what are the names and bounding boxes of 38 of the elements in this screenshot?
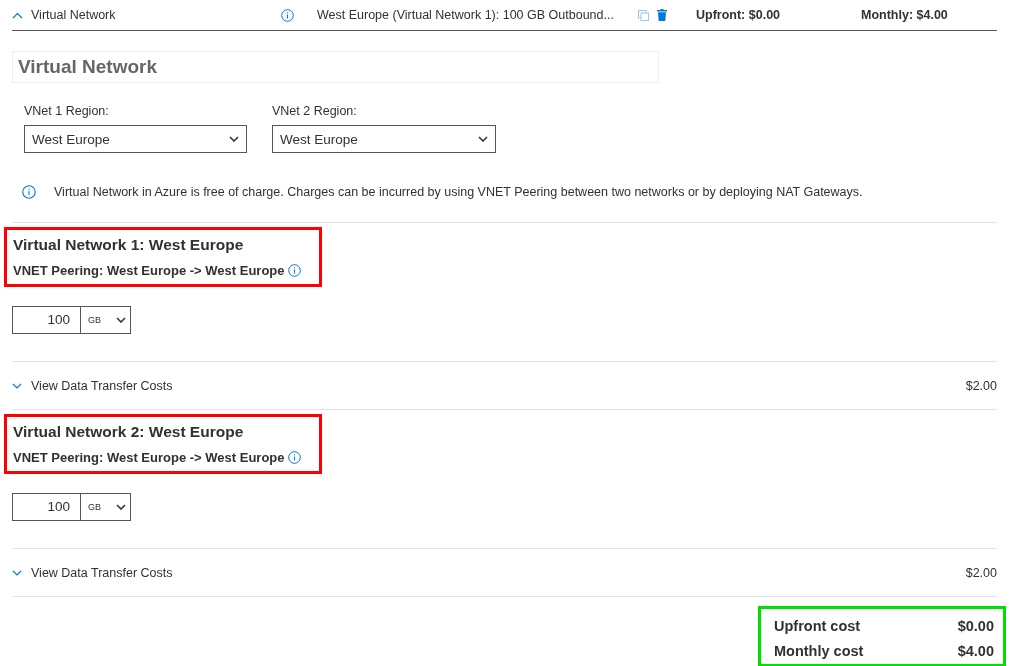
network-title: Virtual Network 1: West Europe bbox=[13, 236, 245, 255]
cost-value: $2.00 bbox=[965, 378, 997, 393]
total-label: Upfront cost bbox=[774, 617, 861, 634]
network-title: Virtual Network 2: West Europe bbox=[13, 423, 245, 442]
amount-field[interactable]: 100 bbox=[12, 493, 81, 521]
field-label: VNet 1 Region: bbox=[24, 104, 110, 118]
chevron-icon[interactable] bbox=[12, 569, 22, 576]
unit-dropdown[interactable]: GB bbox=[81, 493, 131, 521]
info-icon[interactable] bbox=[287, 450, 301, 464]
summary-text: West Europe (Virtual Network 1): 100 GB Outbound... bbox=[317, 8, 615, 22]
info-text: Virtual Network in Azure is free of charge. Charges can be incurred by using VNET Peering between two networks or by deploying NAT Gateways. bbox=[54, 185, 863, 199]
peering-text: VNET Peering: West Europe -> West Europe bbox=[13, 449, 285, 465]
caret-icon bbox=[229, 136, 239, 142]
unit-dropdown[interactable]: GB bbox=[81, 306, 131, 334]
region-dropdown[interactable]: West Europe bbox=[272, 125, 496, 153]
caret-icon bbox=[116, 504, 126, 510]
upfront-total: Upfront: $0.00 bbox=[696, 8, 782, 22]
view-costs-link[interactable]: View Data Transfer Costs bbox=[31, 378, 966, 393]
cost-value: $2.00 bbox=[965, 565, 997, 580]
caret-icon bbox=[116, 317, 126, 323]
caret-icon bbox=[478, 136, 488, 142]
chevron-icon[interactable] bbox=[12, 11, 23, 19]
delete-icon[interactable] bbox=[657, 9, 667, 21]
field-label: VNet 2 Region: bbox=[272, 104, 358, 118]
view-costs-link[interactable]: View Data Transfer Costs bbox=[31, 565, 966, 580]
amount-field[interactable]: 100 bbox=[12, 306, 81, 334]
section-title[interactable]: Virtual Network bbox=[31, 8, 281, 22]
info-icon[interactable] bbox=[281, 8, 294, 22]
info-icon[interactable] bbox=[287, 263, 301, 277]
info-icon bbox=[22, 185, 36, 199]
total-value: $4.00 bbox=[957, 643, 994, 660]
monthly-total: Monthly: $4.00 bbox=[861, 8, 948, 22]
total-value: $0.00 bbox=[957, 617, 994, 634]
name-field[interactable]: Virtual Network bbox=[12, 51, 659, 83]
total-label: Monthly cost bbox=[774, 643, 864, 660]
peering-text: VNET Peering: West Europe -> West Europe bbox=[13, 262, 285, 278]
region-dropdown[interactable]: West Europe bbox=[24, 125, 247, 153]
chevron-icon[interactable] bbox=[12, 382, 22, 389]
